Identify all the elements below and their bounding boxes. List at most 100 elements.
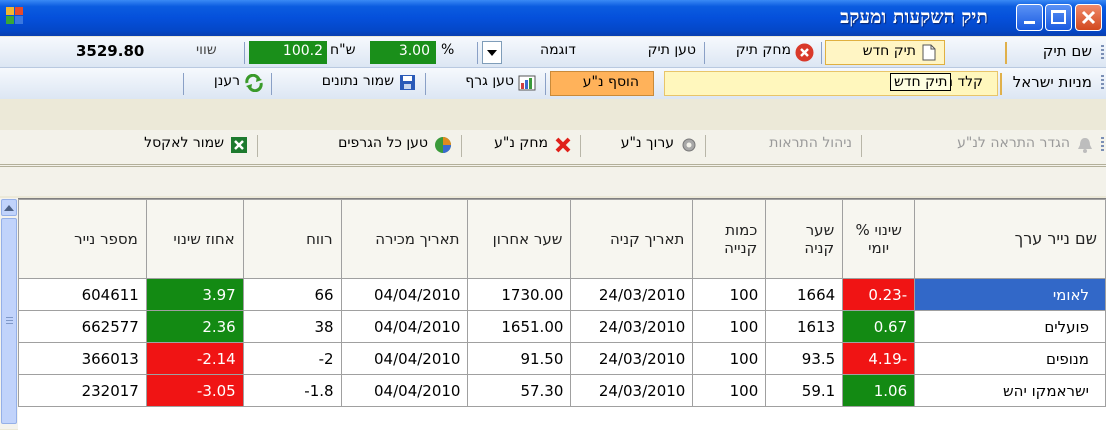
title-bar: תיק השקעות ומעקב: [0, 0, 1106, 36]
toolbar-grip[interactable]: [1101, 45, 1104, 61]
scroll-thumb[interactable]: [1, 218, 17, 424]
separator: [705, 135, 706, 157]
cell-quantity[interactable]: 100: [692, 374, 767, 407]
cell-buy-date[interactable]: 24/03/2010: [570, 342, 694, 375]
cell-buy-price[interactable]: 1613: [765, 310, 844, 343]
new-portfolio-tooltip: תיק חדש: [890, 73, 952, 91]
securities-grid: מספר נייר אחוז שינוי רווח תאריך מכירה שע…: [18, 198, 1106, 430]
column-header-sell-date[interactable]: תאריך מכירה: [340, 199, 469, 279]
cell-change-pct[interactable]: -2.14: [145, 342, 244, 375]
cell-profit[interactable]: 66: [242, 278, 342, 311]
cell-name[interactable]: פועלים: [914, 310, 1106, 343]
refresh-button[interactable]: רענן: [188, 71, 268, 96]
close-button[interactable]: [1075, 4, 1102, 31]
cell-buy-price[interactable]: 1664: [765, 278, 844, 311]
cell-last-price[interactable]: 1730.00: [467, 278, 572, 311]
set-alert-button[interactable]: הגדר התראה לנ"ע: [866, 133, 1098, 158]
currency-label: ש"ח: [330, 42, 356, 58]
load-portfolio-button[interactable]: טען תיק: [612, 40, 700, 65]
cell-profit[interactable]: -1.8: [242, 374, 342, 407]
column-header-last-price[interactable]: שער אחרון: [467, 199, 572, 279]
vertical-scrollbar[interactable]: [0, 198, 19, 429]
delete-portfolio-button[interactable]: מחק תיק: [704, 40, 818, 65]
bell-icon: [1078, 138, 1092, 153]
separator: [257, 135, 258, 157]
load-all-graphs-button[interactable]: טען כל הגרפים: [262, 133, 456, 158]
portfolio-dropdown-button[interactable]: [482, 41, 502, 64]
cell-sell-date[interactable]: 04/04/2010: [340, 278, 469, 311]
cell-name[interactable]: ישראמקו יהש: [914, 374, 1106, 407]
currency-value: 100.2: [282, 43, 323, 59]
scroll-up-button[interactable]: [1, 199, 17, 216]
cell-change-pct[interactable]: 3.97: [145, 278, 244, 311]
table-row[interactable]: 662577 2.36 38 04/04/2010 1651.00 24/03/2010 1…: [18, 310, 1106, 343]
cell-security-no[interactable]: 232017: [18, 374, 147, 407]
load-graph-label: טען גרף: [465, 73, 514, 89]
column-header-name[interactable]: שם נייר ערך: [914, 199, 1106, 279]
category-label: מניות ישראל: [1012, 73, 1092, 91]
cell-quantity[interactable]: 100: [692, 278, 767, 311]
save-data-label: שמור נתונים: [321, 73, 394, 89]
table-row[interactable]: 604611 3.97 66 04/04/2010 1730.00 24/03/2010 1…: [18, 278, 1106, 311]
cell-sell-date[interactable]: 04/04/2010: [340, 310, 469, 343]
new-portfolio-button[interactable]: תיק חדש: [825, 40, 945, 65]
save-data-button[interactable]: שמור נתונים: [276, 71, 420, 96]
minimize-button[interactable]: [1016, 4, 1043, 31]
cell-change-pct[interactable]: 2.36: [145, 310, 244, 343]
add-security-button[interactable]: הוסף נ"ע: [550, 71, 654, 96]
save-to-excel-button[interactable]: שמור לאקסל: [92, 133, 252, 158]
table-row[interactable]: 232017 -3.05 -1.8 04/04/2010 57.30 24/03/2010…: [18, 374, 1106, 407]
cell-buy-date[interactable]: 24/03/2010: [570, 278, 694, 311]
cell-buy-price[interactable]: 59.1: [765, 374, 844, 407]
cell-profit[interactable]: -2: [242, 342, 342, 375]
column-header-quantity[interactable]: כמות קנייה: [692, 199, 767, 279]
edit-security-button[interactable]: ערוך נ"ע: [584, 133, 702, 158]
cell-daily-change[interactable]: 1.06: [842, 374, 916, 407]
splitter[interactable]: [0, 160, 1106, 196]
portfolio-name-value: דוגמה: [540, 42, 576, 58]
cell-daily-change[interactable]: 0.23-: [842, 278, 916, 311]
percent-field[interactable]: 3.00: [370, 41, 436, 64]
cell-last-price[interactable]: 57.30: [467, 374, 572, 407]
cell-profit[interactable]: 38: [242, 310, 342, 343]
cell-security-no[interactable]: 662577: [18, 310, 147, 343]
cell-security-no[interactable]: 604611: [18, 278, 147, 311]
cell-quantity[interactable]: 100: [692, 342, 767, 375]
load-graph-button[interactable]: טען גרף: [430, 71, 540, 96]
manage-alerts-button[interactable]: ניהול התראות: [710, 133, 856, 158]
red-x-icon: [555, 137, 571, 153]
cell-security-no[interactable]: 366013: [18, 342, 147, 375]
maximize-button[interactable]: [1045, 4, 1072, 31]
column-header-daily-change[interactable]: % שינוי יומי: [842, 199, 916, 279]
cell-daily-change[interactable]: 4.19-: [842, 342, 916, 375]
separator: [244, 42, 245, 64]
column-header-profit[interactable]: רווח: [242, 199, 342, 279]
cell-last-price[interactable]: 1651.00: [467, 310, 572, 343]
cell-buy-date[interactable]: 24/03/2010: [570, 374, 694, 407]
cell-sell-date[interactable]: 04/04/2010: [340, 342, 469, 375]
column-header-buy-date[interactable]: תאריך קניה: [570, 199, 694, 279]
currency-field[interactable]: 100.2: [249, 41, 327, 64]
column-header-buy-price[interactable]: שער קניה: [765, 199, 844, 279]
delete-security-button[interactable]: מחק נ"ע: [466, 133, 576, 158]
cell-last-price[interactable]: 91.50: [467, 342, 572, 375]
cell-buy-date[interactable]: 24/03/2010: [570, 310, 694, 343]
window-title: תיק השקעות ומעקב: [840, 6, 988, 28]
separator: [461, 135, 462, 157]
separator: [861, 135, 862, 157]
cell-name[interactable]: לאומי: [914, 278, 1106, 311]
cell-name[interactable]: מנופים: [914, 342, 1106, 375]
cell-change-pct[interactable]: -3.05: [145, 374, 244, 407]
cell-daily-change[interactable]: 0.67: [842, 310, 916, 343]
cell-sell-date[interactable]: 04/04/2010: [340, 374, 469, 407]
column-header-security-no[interactable]: מספר נייר: [18, 199, 147, 279]
worth-label: שווי: [196, 42, 217, 58]
column-header-change-pct[interactable]: אחוז שינוי: [145, 199, 244, 279]
cell-quantity[interactable]: 100: [692, 310, 767, 343]
edit-gear-icon: [682, 138, 696, 152]
cell-buy-price[interactable]: 93.5: [765, 342, 844, 375]
excel-icon: [231, 137, 247, 153]
pie-chart-icon: [435, 137, 451, 153]
table-row[interactable]: 366013 -2.14 -2 04/04/2010 91.50 24/03/2010 10…: [18, 342, 1106, 375]
edit-security-label: ערוך נ"ע: [620, 135, 674, 151]
